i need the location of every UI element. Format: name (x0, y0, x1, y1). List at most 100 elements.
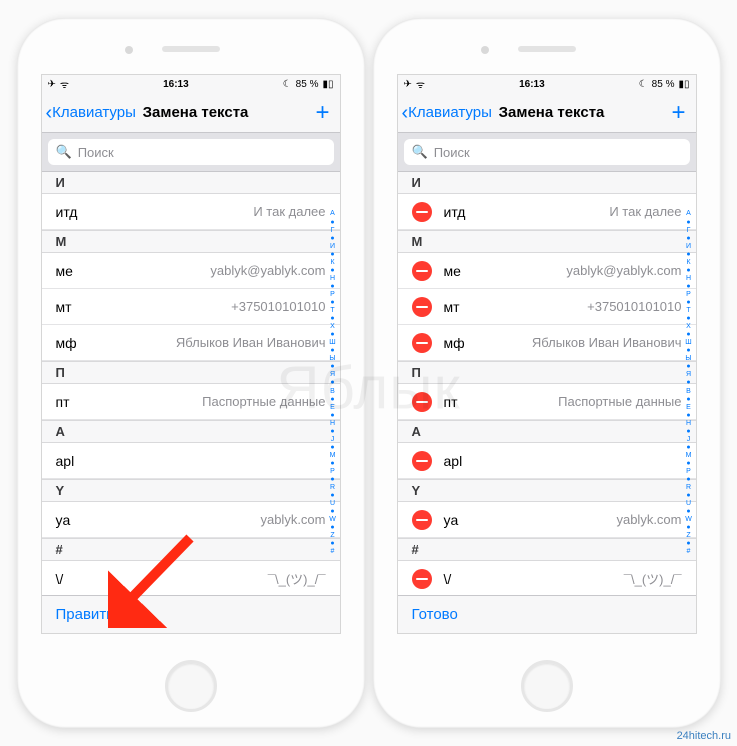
delete-minus-icon[interactable] (412, 569, 432, 589)
shortcut-list-left[interactable]: ИитдИ так далееМмеyablyk@yablyk.comмт+37… (42, 172, 340, 595)
index-letter[interactable]: А (327, 210, 339, 218)
shortcut-row[interactable]: \/¯\_(ツ)_/¯ (398, 561, 696, 595)
index-letter[interactable]: # (327, 548, 339, 556)
index-letter[interactable]: ● (327, 379, 339, 387)
shortcut-row[interactable]: меyablyk@yablyk.com (398, 253, 696, 289)
done-button[interactable]: Готово (412, 606, 458, 623)
index-letter[interactable]: ● (683, 251, 695, 259)
search-input[interactable]: 🔍 Поиск (48, 139, 334, 165)
index-letter[interactable]: ● (327, 524, 339, 532)
index-letter[interactable]: ● (327, 476, 339, 484)
index-letter[interactable]: ● (683, 363, 695, 371)
shortcut-list-right[interactable]: ИитдИ так далееМмеyablyk@yablyk.comмт+37… (398, 172, 696, 595)
index-letter[interactable]: ● (327, 412, 339, 420)
index-letter[interactable]: Я (683, 371, 695, 379)
index-letter[interactable]: ● (327, 492, 339, 500)
shortcut-row[interactable]: \/¯\_(ツ)_/¯ (42, 561, 340, 595)
index-letter[interactable]: ● (683, 267, 695, 275)
shortcut-row[interactable]: мфЯблыков Иван Иванович (42, 325, 340, 361)
add-button[interactable]: + (671, 99, 695, 127)
index-letter[interactable]: ● (327, 251, 339, 259)
index-letter[interactable]: Р (683, 468, 695, 476)
shortcut-row[interactable]: apl (42, 443, 340, 479)
index-letter[interactable]: ● (683, 460, 695, 468)
index-letter[interactable]: Н (683, 420, 695, 428)
shortcut-row[interactable]: итдИ так далее (398, 194, 696, 230)
index-letter[interactable]: Е (327, 404, 339, 412)
index-letter[interactable]: ● (683, 492, 695, 500)
shortcut-row[interactable]: итдИ так далее (42, 194, 340, 230)
index-letter[interactable]: Ш (327, 339, 339, 347)
back-button[interactable]: ‹ Клавиатуры (398, 103, 492, 123)
index-letter[interactable]: Г (683, 227, 695, 235)
index-letter[interactable]: R (327, 484, 339, 492)
delete-minus-icon[interactable] (412, 333, 432, 353)
index-letter[interactable]: ● (683, 444, 695, 452)
index-letter[interactable]: Т (327, 307, 339, 315)
index-letter[interactable]: Е (683, 404, 695, 412)
delete-minus-icon[interactable] (412, 510, 432, 530)
index-letter[interactable]: ● (327, 299, 339, 307)
index-letter[interactable]: ● (327, 540, 339, 548)
index-letter[interactable]: Z (327, 532, 339, 540)
index-letter[interactable]: Х (683, 323, 695, 331)
delete-minus-icon[interactable] (412, 451, 432, 471)
index-letter[interactable]: А (683, 210, 695, 218)
index-letter[interactable]: Г (327, 227, 339, 235)
index-letter[interactable]: # (683, 548, 695, 556)
index-letter[interactable]: U (683, 500, 695, 508)
index-letter[interactable]: Р (683, 291, 695, 299)
index-letter[interactable]: Ш (683, 339, 695, 347)
index-letter[interactable]: ● (683, 508, 695, 516)
delete-minus-icon[interactable] (412, 202, 432, 222)
index-letter[interactable]: ● (683, 347, 695, 355)
home-button[interactable] (165, 660, 217, 712)
index-letter[interactable]: ● (683, 476, 695, 484)
index-letter[interactable]: ● (683, 235, 695, 243)
back-button[interactable]: ‹ Клавиатуры (42, 103, 136, 123)
index-letter[interactable]: К (327, 259, 339, 267)
index-letter[interactable]: ● (327, 267, 339, 275)
index-letter[interactable]: ● (327, 315, 339, 323)
shortcut-row[interactable]: птПаспортные данные (398, 384, 696, 420)
index-letter[interactable]: И (683, 243, 695, 251)
index-letter[interactable]: ● (683, 428, 695, 436)
index-letter[interactable]: ● (683, 379, 695, 387)
index-letter[interactable]: ● (327, 347, 339, 355)
index-letter[interactable]: W (327, 516, 339, 524)
home-button[interactable] (521, 660, 573, 712)
index-letter[interactable]: W (683, 516, 695, 524)
shortcut-row[interactable]: мфЯблыков Иван Иванович (398, 325, 696, 361)
index-letter[interactable]: U (327, 500, 339, 508)
index-letter[interactable]: ● (327, 428, 339, 436)
index-letter[interactable]: ● (683, 524, 695, 532)
index-letter[interactable]: Z (683, 532, 695, 540)
index-letter[interactable]: Р (327, 291, 339, 299)
index-letter[interactable]: ● (683, 540, 695, 548)
section-index[interactable]: А●Г●И●К●Н●Р●Т●Х●Ш●Ы●Я●В●Е●Н●J●М●Р●R●U●W●… (327, 172, 339, 595)
index-letter[interactable]: ● (683, 396, 695, 404)
delete-minus-icon[interactable] (412, 392, 432, 412)
shortcut-row[interactable]: yayablyk.com (42, 502, 340, 538)
index-letter[interactable]: ● (327, 444, 339, 452)
index-letter[interactable]: ● (327, 219, 339, 227)
index-letter[interactable]: ● (683, 315, 695, 323)
index-letter[interactable]: R (683, 484, 695, 492)
index-letter[interactable]: ● (683, 299, 695, 307)
index-letter[interactable]: Ы (683, 355, 695, 363)
index-letter[interactable]: ● (327, 460, 339, 468)
shortcut-row[interactable]: мт+375010101010 (42, 289, 340, 325)
index-letter[interactable]: Я (327, 371, 339, 379)
index-letter[interactable]: ● (327, 508, 339, 516)
index-letter[interactable]: Т (683, 307, 695, 315)
shortcut-row[interactable]: apl (398, 443, 696, 479)
index-letter[interactable]: Х (327, 323, 339, 331)
index-letter[interactable]: ● (683, 331, 695, 339)
index-letter[interactable]: J (327, 436, 339, 444)
shortcut-row[interactable]: yayablyk.com (398, 502, 696, 538)
section-index[interactable]: А●Г●И●К●Н●Р●Т●Х●Ш●Ы●Я●В●Е●Н●J●М●Р●R●U●W●… (683, 172, 695, 595)
index-letter[interactable]: ● (327, 235, 339, 243)
index-letter[interactable]: ● (327, 396, 339, 404)
index-letter[interactable]: В (327, 388, 339, 396)
index-letter[interactable]: Н (327, 275, 339, 283)
